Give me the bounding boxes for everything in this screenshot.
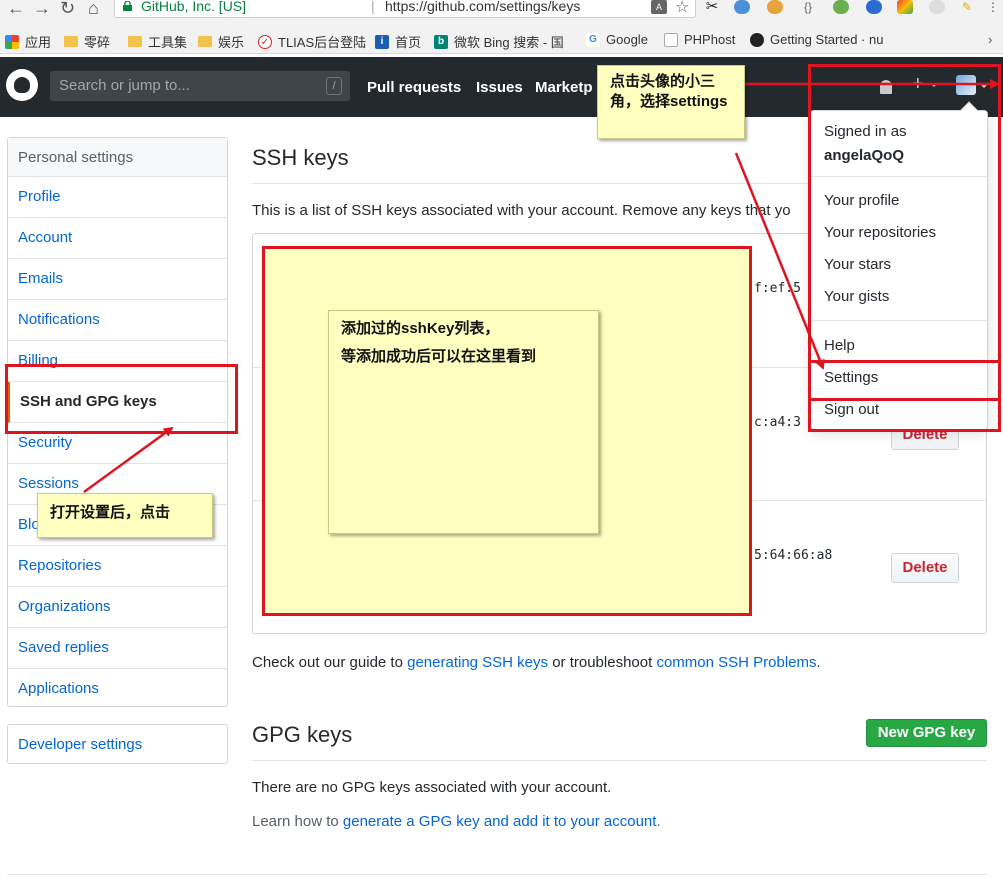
annotation-note-avatar: 点击头像的小三角，选择settings (597, 65, 745, 139)
annotation-text: 添加过的sshKey列表， (341, 320, 500, 337)
annotation-note-sidebar: 打开设置后，点击 (37, 493, 213, 538)
annotation-text: 等添加成功后可以在这里看到 (341, 348, 537, 365)
annotation-note-list: 添加过的sshKey列表， 等添加成功后可以在这里看到 (328, 310, 599, 534)
annotation-text: 点击头像的小三角，选择settings (610, 73, 728, 110)
arrow-to-settings (734, 152, 825, 370)
arrow-to-ssh-item (83, 426, 174, 494)
annotation-text: 打开设置后，点击 (50, 504, 171, 521)
